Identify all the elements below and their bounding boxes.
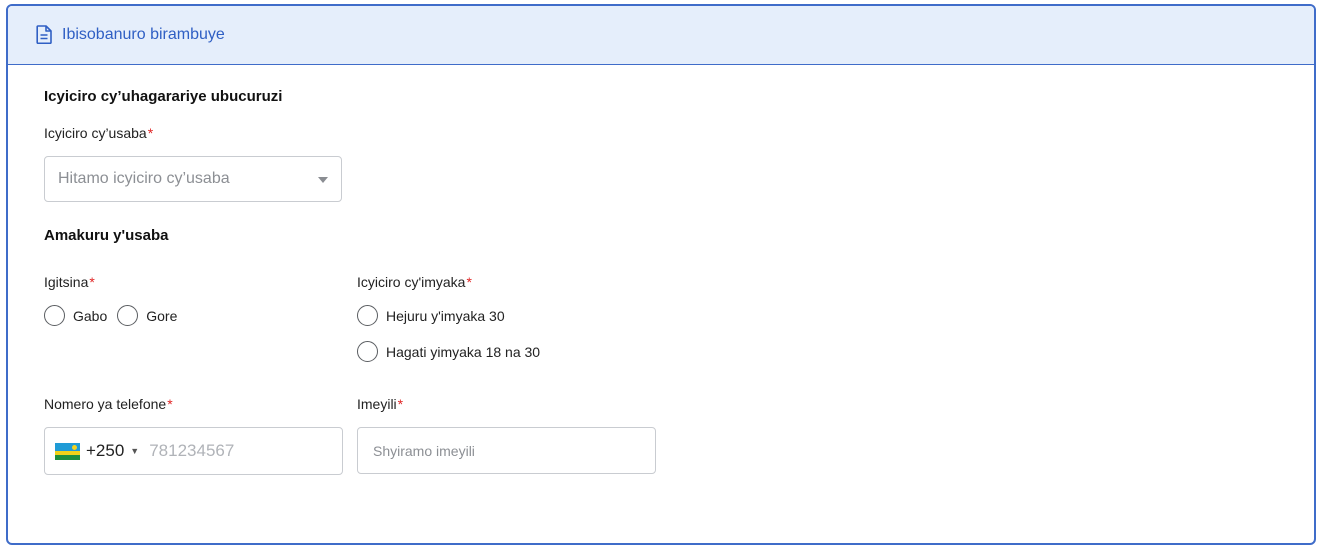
age-radio-over-30[interactable] [357, 305, 378, 326]
flag-green-band [55, 455, 80, 460]
gender-radio-gore[interactable] [117, 305, 139, 326]
rwanda-flag-icon[interactable] [55, 442, 80, 460]
applicant-category-label: Icyiciro cy’usaba* [44, 125, 153, 141]
details-card: Ibisobanuro birambuye Icyiciro cy’uhagar… [6, 4, 1316, 545]
age-category-label-text: Icyiciro cy'imyaka [357, 274, 466, 290]
card-header: Ibisobanuro birambuye [8, 6, 1314, 65]
gender-option-gore-label[interactable]: Gore [146, 308, 177, 324]
age-option-18-30[interactable]: Hagati yimyaka 18 na 30 [357, 341, 540, 362]
email-input[interactable]: Shyiramo imeyili [357, 427, 656, 474]
email-placeholder: Shyiramo imeyili [373, 442, 475, 459]
gender-radio-gabo[interactable] [44, 305, 65, 326]
email-label-text: Imeyili [357, 396, 397, 412]
chevron-down-icon [318, 177, 328, 183]
document-icon [36, 25, 54, 45]
flag-blue-band [55, 442, 80, 451]
phone-label: Nomero ya telefone* [44, 396, 173, 412]
phone-input-group: +250 ▼ 781234567 [44, 427, 343, 475]
required-mark: * [147, 125, 154, 141]
required-mark: * [397, 396, 404, 412]
age-category-label: Icyiciro cy'imyaka* [357, 274, 472, 290]
age-radio-18-30[interactable] [357, 341, 378, 362]
phone-input[interactable]: 781234567 [149, 441, 234, 461]
gender-label: Igitsina* [44, 274, 95, 290]
gender-radio-group: Gabo Gore [44, 305, 177, 326]
age-option-over-30-label[interactable]: Hejuru y'imyaka 30 [386, 308, 505, 324]
age-option-over-30[interactable]: Hejuru y'imyaka 30 [357, 305, 505, 326]
card-title: Ibisobanuro birambuye [62, 26, 225, 43]
required-mark: * [89, 274, 95, 290]
applicant-category-select[interactable]: Hitamo icyiciro cy’usaba [44, 156, 342, 202]
required-mark: * [167, 396, 173, 412]
email-label: Imeyili* [357, 396, 403, 412]
applicant-category-placeholder: Hitamo icyiciro cy’usaba [58, 170, 230, 187]
caret-down-icon[interactable]: ▼ [130, 446, 139, 456]
representative-section-title: Icyiciro cy’uhagarariye ubucuruzi [44, 88, 283, 105]
age-option-18-30-label[interactable]: Hagati yimyaka 18 na 30 [386, 344, 540, 360]
applicant-section-title: Amakuru y'usaba [44, 227, 169, 244]
country-code[interactable]: +250 [86, 441, 124, 461]
phone-label-text: Nomero ya telefone [44, 396, 167, 412]
applicant-category-label-text: Icyiciro cy’usaba [44, 125, 147, 141]
gender-option-gabo-label[interactable]: Gabo [73, 308, 107, 324]
gender-label-text: Igitsina [44, 274, 89, 290]
required-mark: * [466, 274, 472, 290]
